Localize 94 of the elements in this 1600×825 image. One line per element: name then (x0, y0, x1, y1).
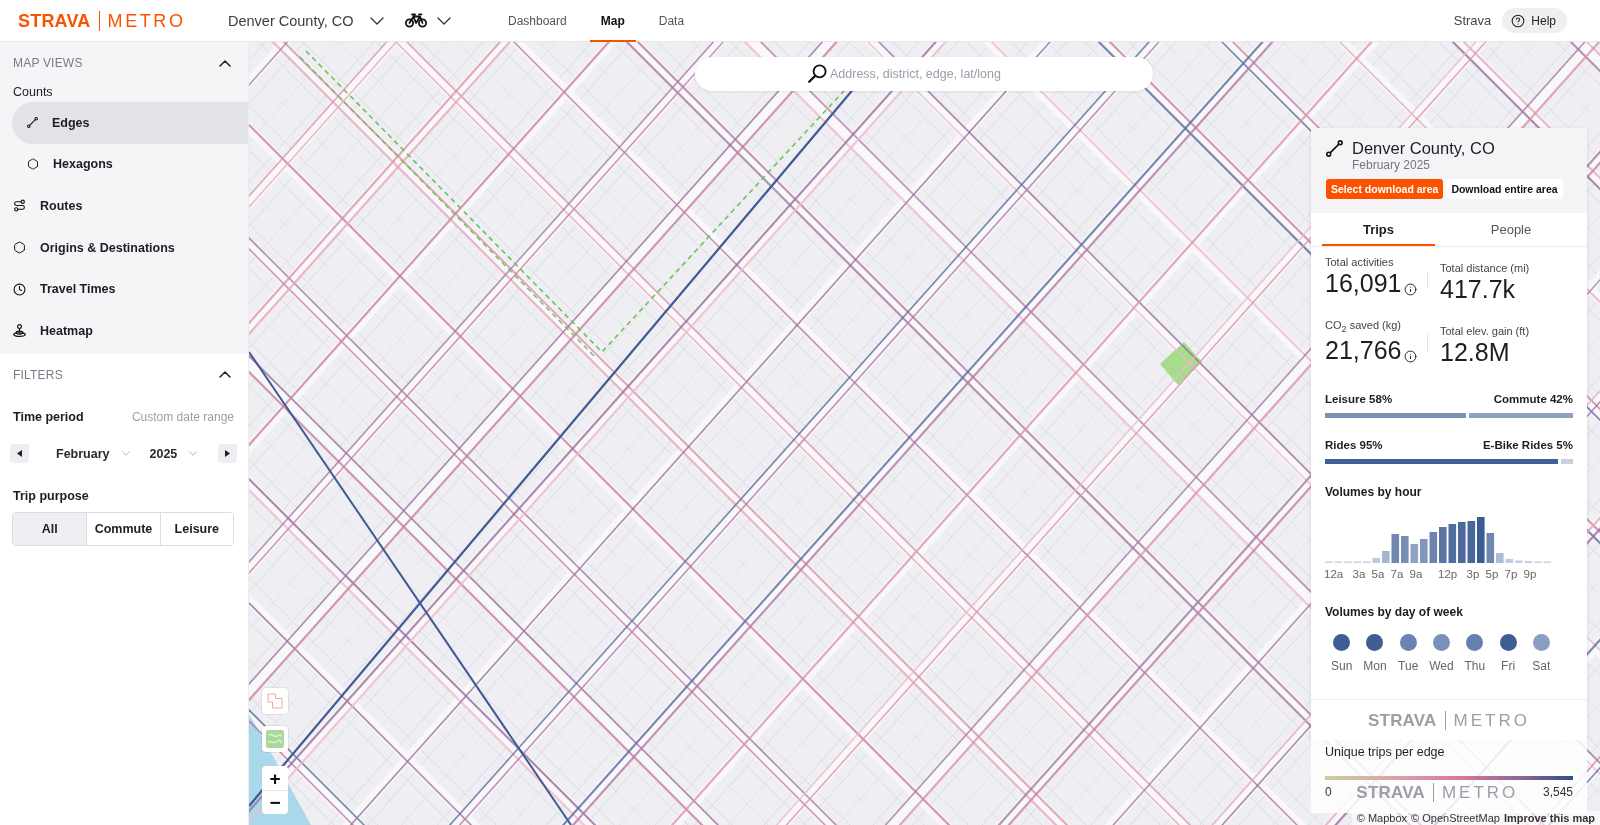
scale-max-label: 3,545 (1542, 785, 1573, 799)
sidebar-item[interactable]: Origins & Destinations (0, 226, 248, 269)
metric-label: Total activities (1325, 255, 1395, 269)
search-field[interactable]: Address, district, edge, lat/long (695, 57, 1153, 91)
map-thumbnail-icon (266, 730, 284, 748)
account-link[interactable]: Strava (1453, 13, 1492, 28)
hour-bar (1467, 521, 1476, 563)
metric-label: CO$_{2}$ saved (kg) (1325, 318, 1402, 337)
hour-label: 7a (1390, 567, 1404, 581)
search-icon (808, 64, 827, 83)
metric-label: Total elev. gain (ft) (1440, 324, 1531, 338)
hour-bar (1429, 532, 1438, 563)
improve-map-link[interactable]: Improve this map (1503, 812, 1595, 824)
sidebar-item[interactable]: Heatmap (0, 309, 248, 352)
sidebar-item[interactable]: Edges (12, 102, 248, 144)
help-icon (1511, 13, 1526, 28)
hour-label: 5p (1485, 567, 1499, 581)
sidebar-item[interactable]: Routes (0, 185, 248, 227)
caret-right-icon (225, 450, 230, 458)
zoom-in-button[interactable]: + (262, 766, 288, 790)
chevron-down-icon (370, 16, 384, 25)
day-label: Mon (1363, 659, 1387, 673)
day-label: Fri (1501, 659, 1516, 673)
split-label: Rides 95% (1325, 438, 1383, 452)
hour-bar (1410, 544, 1419, 563)
day-label: Tue (1398, 659, 1419, 673)
hour-label: 12a (1324, 567, 1344, 581)
field-label: Time period (13, 409, 84, 424)
day-label: Sat (1532, 659, 1551, 673)
hour-label: 7p (1504, 567, 1518, 581)
brand-logo: STRAVA METRO (1356, 782, 1519, 802)
segment-button[interactable]: All (13, 512, 87, 545)
day-label: Thu (1464, 659, 1486, 673)
sidebar-item[interactable]: Travel Times (0, 268, 248, 310)
metric-value: 21,766 (1325, 336, 1402, 365)
help-button[interactable]: Help (1502, 8, 1567, 33)
location-dropdown[interactable]: Denver County, CO (223, 5, 389, 36)
brand-logo: STRAVA METRO (1368, 710, 1530, 730)
previous-month-button[interactable] (10, 444, 29, 464)
next-month-button[interactable] (218, 444, 237, 464)
split-label: E-Bike Rides 5% (1482, 438, 1573, 452)
panel-subtitle: February 2025 (1352, 158, 1432, 172)
split-label: Leisure 58% (1325, 392, 1393, 406)
hour-label: 12p (1438, 567, 1458, 581)
hour-label: 9p (1523, 567, 1537, 581)
pin-layers-icon (13, 324, 26, 338)
zoom-out-button[interactable]: − (262, 790, 288, 814)
download-button[interactable]: Download entire area (1446, 179, 1563, 199)
chart-title: Volumes by day of week (1325, 604, 1464, 620)
year-select[interactable]: 2025 (149, 446, 198, 461)
attribution-link[interactable]: © OpenStreetMap (1411, 812, 1500, 824)
chevron-down-icon (189, 451, 198, 457)
polygon-icon (267, 693, 283, 709)
hour-label: 5a (1371, 567, 1385, 581)
attribution-link[interactable]: © Mapbox (1356, 812, 1408, 824)
chart-title: Volumes by hour (1325, 484, 1423, 500)
legend-title: Unique trips per edge (1325, 744, 1446, 760)
day-label: Sun (1330, 659, 1353, 673)
field-label: Trip purpose (13, 488, 89, 503)
clock-icon (13, 282, 26, 296)
chevron-up-icon (219, 371, 231, 379)
bicycle-icon (405, 13, 427, 28)
section-title: MAP VIEWS (13, 56, 83, 70)
chevron-down-icon (121, 451, 130, 457)
node-line-icon (27, 117, 38, 129)
metric-label: Total distance (mi) (1440, 261, 1531, 275)
nav-tab[interactable]: Data (647, 0, 696, 42)
split-label: Commute 42% (1493, 392, 1573, 406)
hour-bar (1448, 524, 1457, 563)
hour-label: 3p (1466, 567, 1480, 581)
route-icon (13, 199, 26, 213)
group-label: Counts (13, 84, 54, 101)
chevron-down-icon (437, 16, 451, 25)
segment-button[interactable]: Leisure (159, 512, 233, 545)
panel-tab[interactable]: People (1435, 213, 1587, 246)
scale-min-label: 0 (1325, 785, 1332, 799)
day-label: Wed (1429, 659, 1454, 673)
panel-title: Denver County, CO (1352, 138, 1495, 158)
metric-value: 417.7k (1440, 275, 1516, 303)
metric-value: 12.8M (1440, 338, 1510, 366)
hexagon-icon (27, 158, 39, 171)
brand-logo: STRAVA METRO (18, 10, 186, 31)
section-title: FILTERS (13, 367, 63, 382)
metric-value: 16,091 (1325, 269, 1402, 297)
hour-label: 3a (1352, 567, 1366, 581)
node-line-icon (1326, 139, 1343, 157)
caret-left-icon (17, 450, 22, 458)
month-select[interactable]: February (56, 446, 130, 461)
sidebar-item[interactable]: Hexagons (12, 143, 248, 186)
nav-tab[interactable]: Dashboard (497, 0, 578, 42)
hexagon-icon (13, 241, 26, 255)
hour-label: 9a (1409, 567, 1423, 581)
chevron-up-icon (219, 59, 231, 67)
panel-tab[interactable]: Trips (1322, 213, 1435, 246)
